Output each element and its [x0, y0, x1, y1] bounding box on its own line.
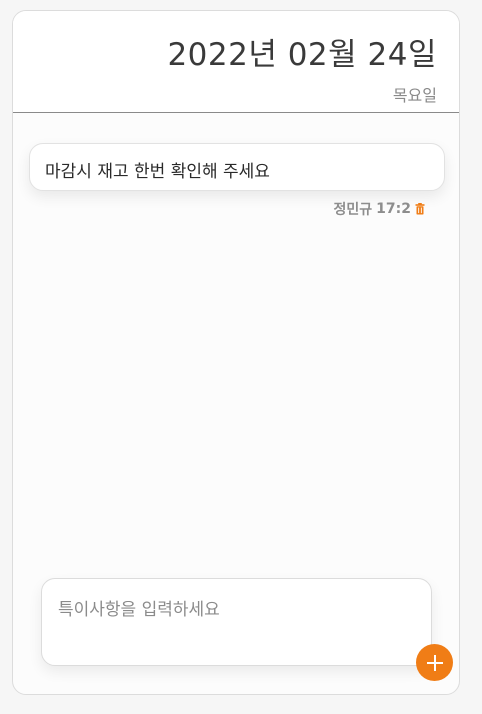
plus-icon: [426, 654, 443, 671]
message-meta: 정민규 17:2: [334, 199, 425, 219]
trash-icon[interactable]: [415, 203, 425, 215]
date-header: 2022년 02월 24일 목요일: [13, 11, 459, 113]
weekday-label: 목요일: [392, 86, 437, 105]
message-text: 마감시 재고 한번 확인해 주세요: [45, 162, 270, 182]
note-card: 2022년 02월 24일 목요일 마감시 재고 한번 확인해 주세요 정민규 …: [12, 10, 460, 695]
message-bubble: 마감시 재고 한번 확인해 주세요: [29, 143, 445, 191]
note-input[interactable]: [41, 578, 432, 666]
message-author: 정민규: [333, 202, 373, 218]
add-note-button[interactable]: [416, 644, 453, 681]
message-time: 17:2: [376, 201, 411, 217]
trash-icon-graphic: [415, 203, 425, 215]
page-title-date: 2022년 02월 24일: [167, 37, 437, 73]
